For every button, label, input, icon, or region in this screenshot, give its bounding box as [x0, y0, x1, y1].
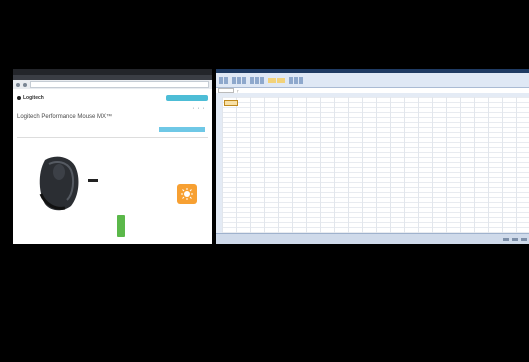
underline-icon[interactable]: [242, 76, 246, 84]
orange-app-icon[interactable]: [177, 184, 197, 204]
function-icon[interactable]: ƒ: [237, 89, 239, 93]
site-search-input[interactable]: [166, 95, 208, 101]
align-right-icon[interactable]: [260, 76, 264, 84]
format-table-icon[interactable]: [277, 77, 285, 83]
cell-grid[interactable]: [222, 97, 529, 233]
logo-text: Logitech: [23, 95, 44, 101]
sub-link[interactable]: ▪: [203, 106, 204, 110]
mouse-product-image: [39, 156, 79, 211]
cell-style-icon[interactable]: [268, 77, 276, 83]
browser-toolbar: [13, 80, 212, 89]
align-left-icon[interactable]: [250, 76, 254, 84]
italic-icon[interactable]: [237, 76, 241, 84]
logo[interactable]: Logitech: [17, 95, 44, 101]
cta-button[interactable]: [159, 127, 205, 132]
ribbon-group-font[interactable]: [232, 76, 246, 84]
ribbon-group-clipboard[interactable]: [219, 76, 228, 84]
sub-links: ▪ ▪ ▪: [193, 106, 204, 110]
browser-window[interactable]: Logitech ▪ ▪ ▪ Logitech Performance Mous…: [13, 69, 212, 244]
sub-link[interactable]: ▪: [198, 106, 199, 110]
delete-icon[interactable]: [294, 76, 298, 84]
active-cell[interactable]: [224, 100, 238, 106]
cut-icon[interactable]: [224, 76, 228, 84]
address-bar[interactable]: [30, 81, 209, 88]
ribbon-group-alignment[interactable]: [250, 76, 264, 84]
site-header: Logitech: [13, 89, 212, 107]
spreadsheet-window[interactable]: ƒ: [216, 69, 529, 244]
status-bar-controls: [503, 238, 527, 241]
bold-icon[interactable]: [232, 76, 236, 84]
logo-icon: [17, 96, 21, 100]
insert-icon[interactable]: [289, 76, 293, 84]
zoom-slider[interactable]: [521, 238, 527, 241]
view-normal-icon[interactable]: [503, 238, 509, 241]
ribbon-group-cells[interactable]: [289, 76, 303, 84]
paste-icon[interactable]: [219, 76, 223, 84]
format-icon[interactable]: [299, 76, 303, 84]
sun-icon: [181, 188, 193, 200]
ribbon-toolbar: [216, 73, 529, 88]
screen-background: Logitech ▪ ▪ ▪ Logitech Performance Mous…: [0, 0, 529, 362]
battery-icon: [117, 215, 125, 237]
sheet-tab-bar: [216, 233, 529, 244]
worksheet-grid[interactable]: [216, 93, 529, 233]
align-center-icon[interactable]: [255, 76, 259, 84]
browser-forward-icon[interactable]: [23, 82, 27, 87]
product-title: Logitech Performance Mouse MX™: [17, 114, 113, 120]
product-tabs: [17, 135, 208, 138]
browser-back-icon[interactable]: [16, 82, 20, 87]
sub-link[interactable]: ▪: [193, 106, 194, 110]
view-layout-icon[interactable]: [512, 238, 518, 241]
ribbon-group-styles[interactable]: [268, 77, 285, 83]
pointer-tag: [88, 179, 98, 182]
